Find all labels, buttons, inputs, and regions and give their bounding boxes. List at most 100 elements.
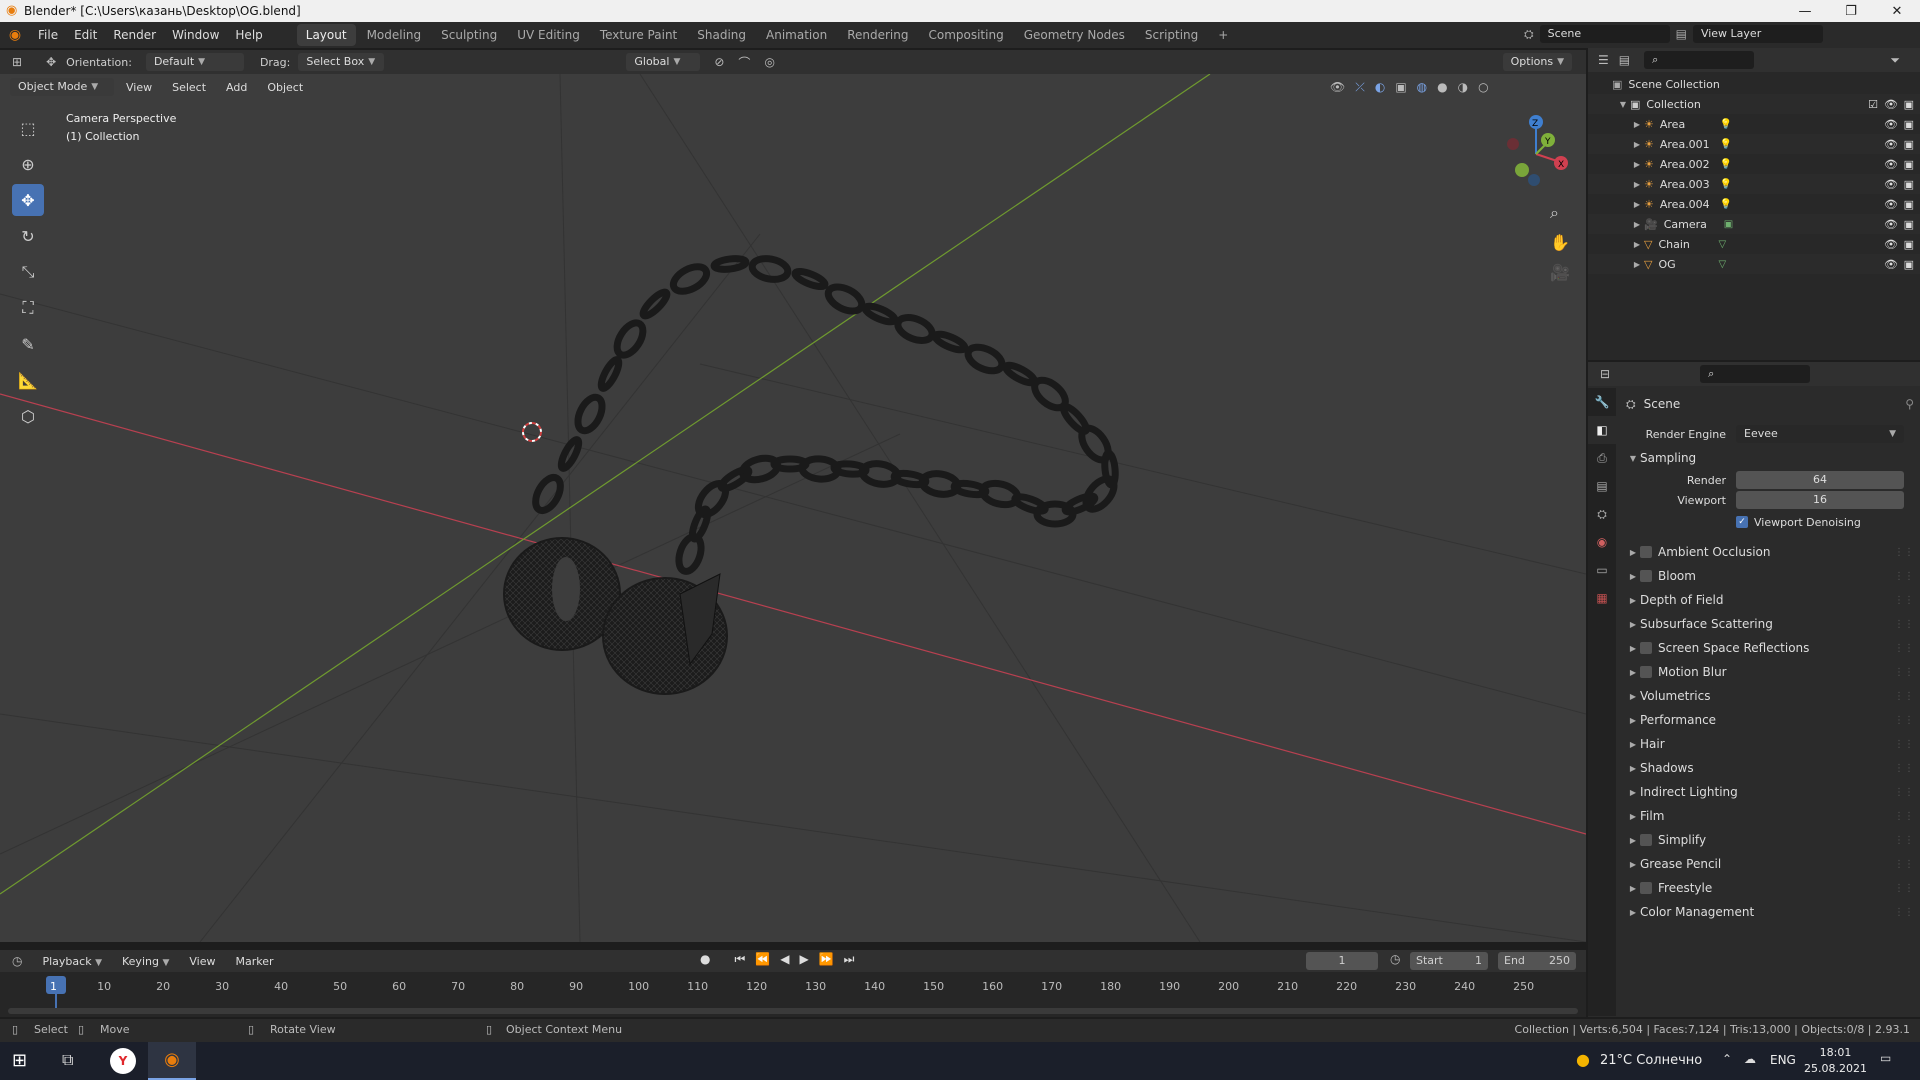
panel-header[interactable]: ▶ Volumetrics ⋮⋮	[1626, 684, 1914, 708]
drag-handle-icon[interactable]: ⋮⋮	[1894, 619, 1914, 630]
material-shading-icon[interactable]: ◑	[1458, 80, 1468, 95]
camera-render-icon[interactable]: ▣	[1904, 158, 1914, 171]
eye-icon[interactable]: 👁	[1884, 138, 1898, 151]
scene-tab-icon[interactable]: ⛭	[1588, 500, 1616, 528]
add-cube-tool[interactable]: ⬡	[12, 400, 44, 432]
panel-header[interactable]: ▶ Indirect Lighting ⋮⋮	[1626, 780, 1914, 804]
tab-geometry-nodes[interactable]: Geometry Nodes	[1015, 24, 1134, 46]
blender-taskbar-icon[interactable]: ◉	[148, 1042, 196, 1080]
outliner-item[interactable]: ▶ ☀ Area.002 💡 👁 ▣	[1588, 154, 1920, 174]
expand-icon[interactable]: ▶	[1630, 260, 1644, 269]
transform-tool[interactable]: ⛶	[12, 292, 44, 324]
collection-tab-icon[interactable]: ▭	[1588, 556, 1616, 584]
panel-enable-checkbox[interactable]	[1640, 666, 1652, 678]
drag-dropdown[interactable]: Select Box ▼	[298, 53, 385, 71]
eye-icon[interactable]: 👁	[1884, 218, 1898, 231]
panel-header[interactable]: ▶ Simplify ⋮⋮	[1626, 828, 1914, 852]
rotate-tool[interactable]: ↻	[12, 220, 44, 252]
scene-collection-row[interactable]: ▣ Scene Collection	[1588, 74, 1920, 94]
viewport-menu-view[interactable]: View	[118, 81, 160, 94]
object-mode-dropdown[interactable]: Object Mode ▼	[10, 78, 114, 96]
camera-view-icon[interactable]: 🎥	[1550, 258, 1570, 288]
expand-icon[interactable]: ▶	[1626, 908, 1640, 917]
tab-uv-editing[interactable]: UV Editing	[508, 24, 589, 46]
overlay-icon[interactable]: ◐	[1375, 80, 1385, 95]
weather-text[interactable]: 21°C Солнечно	[1600, 1053, 1702, 1068]
close-button[interactable]: ✕	[1874, 0, 1920, 22]
snap-icon[interactable]: ⌒	[738, 54, 750, 71]
tab-rendering[interactable]: Rendering	[838, 24, 917, 46]
blender-menu-icon[interactable]: ◉	[0, 27, 30, 43]
panel-header[interactable]: ▶ Film ⋮⋮	[1626, 804, 1914, 828]
drag-handle-icon[interactable]: ⋮⋮	[1894, 859, 1914, 870]
menu-help[interactable]: Help	[227, 28, 270, 42]
expand-icon[interactable]: ▶	[1626, 788, 1640, 797]
pivot-icon[interactable]: ⊘	[714, 55, 724, 69]
expand-icon[interactable]: ▶	[1626, 884, 1640, 893]
annotate-tool[interactable]: ✎	[12, 328, 44, 360]
camera-render-icon[interactable]: ▣	[1904, 238, 1914, 251]
expand-icon[interactable]: ▶	[1626, 620, 1640, 629]
navigation-gizmo[interactable]: Z X Y	[1498, 114, 1578, 194]
eye-icon[interactable]: 👁	[1884, 198, 1898, 211]
outliner-item[interactable]: ▶ ☀ Area.003 💡 👁 ▣	[1588, 174, 1920, 194]
editor-type-icon[interactable]: ⊞	[12, 55, 22, 69]
menu-file[interactable]: File	[30, 28, 66, 42]
viewport-menu-object[interactable]: Object	[259, 81, 311, 94]
clock[interactable]: 18:01 25.08.2021	[1804, 1045, 1867, 1077]
notifications-icon[interactable]: ▭	[1880, 1051, 1891, 1065]
render-engine-dropdown[interactable]: Eevee ▼	[1736, 425, 1904, 443]
task-view-icon[interactable]: ⧉	[62, 1050, 73, 1070]
panel-header[interactable]: ▶ Shadows ⋮⋮	[1626, 756, 1914, 780]
drag-handle-icon[interactable]: ⋮⋮	[1894, 907, 1914, 918]
outliner-item[interactable]: ▶ 🎥 Camera ▣ 👁 ▣	[1588, 214, 1920, 234]
outliner-item[interactable]: ▶ ☀ Area.004 💡 👁 ▣	[1588, 194, 1920, 214]
expand-icon[interactable]: ▶	[1626, 692, 1640, 701]
expand-icon[interactable]: ▶	[1630, 200, 1644, 209]
panel-enable-checkbox[interactable]	[1640, 882, 1652, 894]
solid-shading-icon[interactable]: ●	[1437, 80, 1447, 95]
render-samples-field[interactable]: 64	[1736, 471, 1904, 489]
expand-icon[interactable]: ▶	[1630, 180, 1644, 189]
menu-window[interactable]: Window	[164, 28, 227, 42]
jump-end-icon[interactable]: ⏭	[844, 952, 855, 967]
pan-hand-icon[interactable]: ✋	[1550, 228, 1570, 258]
tab-scripting[interactable]: Scripting	[1136, 24, 1207, 46]
expand-icon[interactable]: ▶	[1630, 220, 1644, 229]
panel-header[interactable]: ▶ Screen Space Reflections ⋮⋮	[1626, 636, 1914, 660]
panel-header[interactable]: ▶ Hair ⋮⋮	[1626, 732, 1914, 756]
panel-header[interactable]: ▶ Subsurface Scattering ⋮⋮	[1626, 612, 1914, 636]
minimize-button[interactable]: —	[1782, 0, 1828, 22]
eye-icon[interactable]: 👁	[1884, 98, 1898, 111]
camera-render-icon[interactable]: ▣	[1904, 218, 1914, 231]
panel-enable-checkbox[interactable]	[1640, 570, 1652, 582]
drag-handle-icon[interactable]: ⋮⋮	[1894, 715, 1914, 726]
timeline-editor-icon[interactable]: ◷	[12, 954, 22, 968]
drag-handle-icon[interactable]: ⋮⋮	[1894, 835, 1914, 846]
panel-header[interactable]: ▶ Performance ⋮⋮	[1626, 708, 1914, 732]
tab-layout[interactable]: Layout	[296, 24, 356, 46]
playback-menu[interactable]: Playback ▼	[34, 955, 110, 968]
play-icon[interactable]: ▶	[799, 952, 808, 967]
timeline-view-menu[interactable]: View	[181, 955, 223, 968]
xray-icon[interactable]: ▣	[1395, 80, 1406, 95]
camera-render-icon[interactable]: ▣	[1904, 258, 1914, 271]
eye-icon[interactable]: 👁	[1884, 238, 1898, 251]
measure-tool[interactable]: 📐	[12, 364, 44, 396]
prev-keyframe-icon[interactable]: ⏪	[755, 952, 770, 967]
expand-icon[interactable]: ▼	[1616, 100, 1630, 109]
expand-icon[interactable]: ▶	[1626, 548, 1640, 557]
camera-render-icon[interactable]: ▣	[1904, 198, 1914, 211]
panel-enable-checkbox[interactable]	[1640, 546, 1652, 558]
view-layer-tab-icon[interactable]: ▤	[1588, 472, 1616, 500]
camera-render-icon[interactable]: ▣	[1904, 138, 1914, 151]
gizmo-icon[interactable]: ⤫	[1355, 80, 1365, 95]
drag-handle-icon[interactable]: ⋮⋮	[1894, 883, 1914, 894]
3d-viewport[interactable]: Object Mode ▼ View Select Add Object 👁 ⤫ …	[0, 74, 1586, 942]
tool-tab-icon[interactable]: 🔧	[1588, 388, 1616, 416]
sampling-panel-header[interactable]: ▼ Sampling	[1626, 446, 1914, 470]
view-layer-selector[interactable]: View Layer	[1692, 25, 1823, 43]
scale-tool[interactable]: ⤡	[12, 256, 44, 288]
panel-enable-checkbox[interactable]	[1640, 642, 1652, 654]
timeline-scrollbar[interactable]	[8, 1008, 1578, 1014]
